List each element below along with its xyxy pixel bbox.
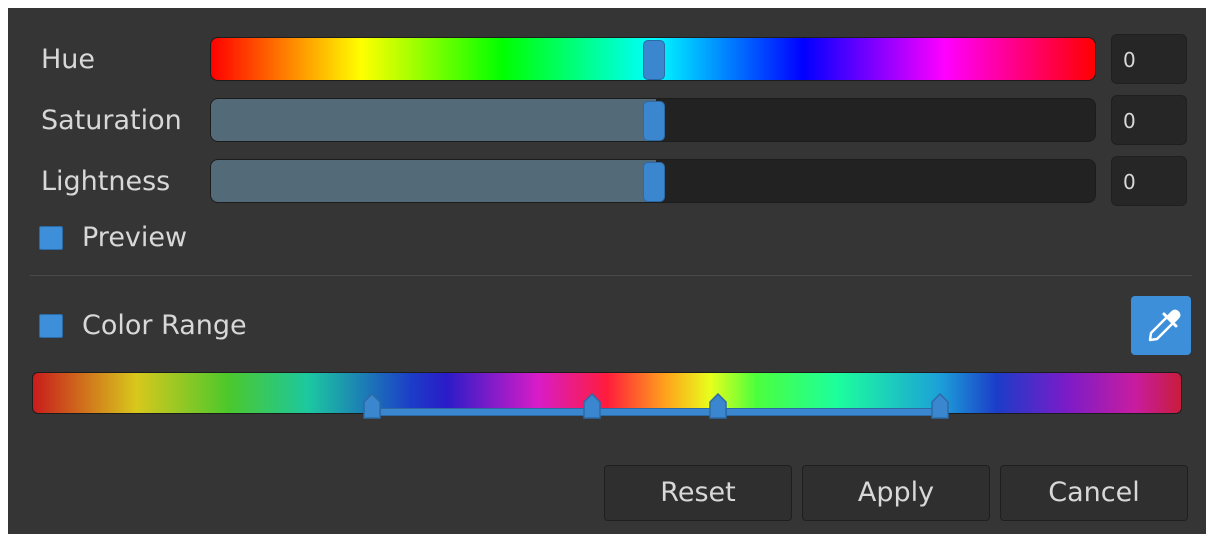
apply-button[interactable]: Apply (802, 465, 990, 521)
color-range-checkbox[interactable] (39, 314, 63, 338)
cancel-button[interactable]: Cancel (1000, 465, 1188, 521)
hue-slider-knob[interactable] (643, 40, 665, 80)
range-center-segment (598, 408, 726, 416)
preview-checkbox[interactable] (39, 226, 63, 250)
section-divider (30, 275, 1192, 276)
range-right-segment (726, 408, 948, 416)
saturation-label: Saturation (41, 105, 182, 136)
saturation-value-input[interactable]: 0 (1111, 95, 1187, 145)
eyedropper-icon (1148, 309, 1181, 342)
hue-saturation-dialog: Hue 0 Saturation 0 Lightness 0 Preview C… (8, 8, 1206, 534)
range-handle-outer-right[interactable] (931, 393, 949, 419)
preview-label[interactable]: Preview (82, 222, 187, 253)
lightness-slider-knob[interactable] (643, 162, 665, 202)
hue-value-input[interactable]: 0 (1111, 34, 1187, 84)
range-handle-outer-left[interactable] (363, 393, 381, 419)
lightness-slider[interactable] (210, 159, 1096, 203)
reset-button[interactable]: Reset (604, 465, 792, 521)
hue-label: Hue (41, 44, 96, 75)
range-left-segment (380, 408, 598, 416)
color-range-label[interactable]: Color Range (82, 310, 247, 341)
saturation-slider[interactable] (210, 98, 1096, 142)
lightness-slider-fill (211, 160, 656, 202)
hue-slider[interactable] (210, 37, 1096, 81)
eyedropper-button[interactable] (1131, 296, 1191, 355)
saturation-slider-knob[interactable] (643, 101, 665, 141)
range-handle-inner-left[interactable] (583, 393, 601, 419)
lightness-label: Lightness (41, 166, 171, 197)
saturation-slider-fill (211, 99, 656, 141)
lightness-value-input[interactable]: 0 (1111, 156, 1187, 206)
range-handle-inner-right[interactable] (709, 393, 727, 419)
